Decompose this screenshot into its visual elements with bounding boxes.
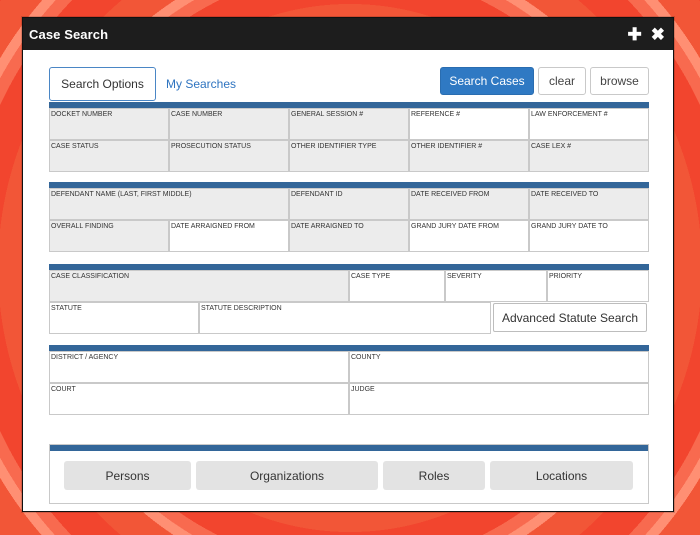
form-row: STATUTE STATUTE DESCRIPTION Advanced Sta… xyxy=(49,302,649,334)
field-label: LAW ENFORCEMENT # xyxy=(531,111,608,118)
docket-number-field[interactable]: DOCKET NUMBER xyxy=(49,108,169,140)
plus-icon[interactable]: ✚ xyxy=(628,26,642,43)
field-label: OVERALL FINDING xyxy=(51,223,114,230)
date-arraigned-to-field[interactable]: DATE ARRAIGNED TO xyxy=(289,220,409,252)
case-classification-field[interactable]: CASE CLASSIFICATION xyxy=(49,270,349,302)
title-bar: Case Search ✚ ✖ xyxy=(23,18,673,50)
case-identifiers-section: DOCKET NUMBER CASE NUMBER GENERAL SESSIO… xyxy=(49,102,649,172)
field-label: DISTRICT / AGENCY xyxy=(51,354,119,361)
field-label: REFERENCE # xyxy=(411,111,461,118)
form-row: COURT JUDGE xyxy=(49,383,649,415)
close-icon[interactable]: ✖ xyxy=(651,26,665,43)
case-number-field[interactable]: CASE NUMBER xyxy=(169,108,289,140)
defendant-id-field[interactable]: DEFENDANT ID xyxy=(289,188,409,220)
district-agency-field[interactable]: DISTRICT / AGENCY xyxy=(49,351,349,383)
field-label: CASE NUMBER xyxy=(171,111,223,118)
field-label: CASE TYPE xyxy=(351,273,391,280)
field-label: DATE ARRAIGNED FROM xyxy=(171,223,255,230)
search-cases-button[interactable]: Search Cases xyxy=(440,67,534,95)
field-label: COUNTY xyxy=(351,354,381,361)
field-label: JUDGE xyxy=(351,386,375,393)
related-search-panel: Persons Organizations Roles Locations xyxy=(49,444,649,504)
overall-finding-field[interactable]: OVERALL FINDING xyxy=(49,220,169,252)
form-row: OVERALL FINDING DATE ARRAIGNED FROM DATE… xyxy=(49,220,649,252)
field-label: OTHER IDENTIFIER # xyxy=(411,143,483,150)
clear-button[interactable]: clear xyxy=(538,67,586,95)
browse-button[interactable]: browse xyxy=(590,67,649,95)
roles-button[interactable]: Roles xyxy=(383,461,485,490)
field-label: GRAND JURY DATE TO xyxy=(531,223,608,230)
field-label: STATUTE DESCRIPTION xyxy=(201,305,282,312)
form-row: CASE CLASSIFICATION CASE TYPE SEVERITY P… xyxy=(49,270,649,302)
field-label: PROSECUTION STATUS xyxy=(171,143,251,150)
form-row: DEFENDANT NAME (LAST, FIRST MIDDLE) DEFE… xyxy=(49,188,649,220)
search-form: Search Options My Searches Search Cases … xyxy=(49,66,649,504)
field-label: DEFENDANT NAME (LAST, FIRST MIDDLE) xyxy=(51,191,192,198)
tab-my-searches[interactable]: My Searches xyxy=(161,67,241,101)
section-bar xyxy=(50,445,648,451)
field-label: OTHER IDENTIFIER TYPE xyxy=(291,143,377,150)
defendant-name-field[interactable]: DEFENDANT NAME (LAST, FIRST MIDDLE) xyxy=(49,188,289,220)
window-title: Case Search xyxy=(29,26,109,42)
other-identifier-field[interactable]: OTHER IDENTIFIER # xyxy=(409,140,529,172)
date-arraigned-from-field[interactable]: DATE ARRAIGNED FROM xyxy=(169,220,289,252)
field-label: COURT xyxy=(51,386,76,393)
field-label: PRIORITY xyxy=(549,273,583,280)
law-enforcement-field[interactable]: LAW ENFORCEMENT # xyxy=(529,108,649,140)
priority-field[interactable]: PRIORITY xyxy=(547,270,649,302)
case-lex-field[interactable]: CASE LEX # xyxy=(529,140,649,172)
location-section: DISTRICT / AGENCY COUNTY COURT JUDGE xyxy=(49,345,649,415)
field-label: GENERAL SESSION # xyxy=(291,111,364,118)
organizations-button[interactable]: Organizations xyxy=(196,461,378,490)
statute-field[interactable]: STATUTE xyxy=(49,302,199,334)
other-identifier-type-field[interactable]: OTHER IDENTIFIER TYPE xyxy=(289,140,409,172)
judge-field[interactable]: JUDGE xyxy=(349,383,649,415)
severity-field[interactable]: SEVERITY xyxy=(445,270,547,302)
field-label: GRAND JURY DATE FROM xyxy=(411,223,499,230)
statute-description-field[interactable]: STATUTE DESCRIPTION xyxy=(199,302,491,334)
defendant-section: DEFENDANT NAME (LAST, FIRST MIDDLE) DEFE… xyxy=(49,182,649,252)
case-type-field[interactable]: CASE TYPE xyxy=(349,270,445,302)
tabs-toolbar: Search Options My Searches Search Cases … xyxy=(49,66,649,101)
field-label: DOCKET NUMBER xyxy=(51,111,113,118)
grand-jury-from-field[interactable]: GRAND JURY DATE FROM xyxy=(409,220,529,252)
field-label: STATUTE xyxy=(51,305,82,312)
field-label: CASE CLASSIFICATION xyxy=(51,273,130,280)
prosecution-status-field[interactable]: PROSECUTION STATUS xyxy=(169,140,289,172)
field-label: DATE RECEIVED FROM xyxy=(411,191,490,198)
tab-search-options[interactable]: Search Options xyxy=(49,67,156,101)
date-received-from-field[interactable]: DATE RECEIVED FROM xyxy=(409,188,529,220)
persons-button[interactable]: Persons xyxy=(64,461,191,490)
form-row: CASE STATUS PROSECUTION STATUS OTHER IDE… xyxy=(49,140,649,172)
advanced-statute-search-button[interactable]: Advanced Statute Search xyxy=(493,303,647,332)
form-row: DISTRICT / AGENCY COUNTY xyxy=(49,351,649,383)
form-row: DOCKET NUMBER CASE NUMBER GENERAL SESSIO… xyxy=(49,108,649,140)
case-status-field[interactable]: CASE STATUS xyxy=(49,140,169,172)
field-label: DEFENDANT ID xyxy=(291,191,343,198)
field-label: CASE STATUS xyxy=(51,143,99,150)
grand-jury-to-field[interactable]: GRAND JURY DATE TO xyxy=(529,220,649,252)
field-label: CASE LEX # xyxy=(531,143,572,150)
locations-button[interactable]: Locations xyxy=(490,461,633,490)
field-label: SEVERITY xyxy=(447,273,482,280)
classification-section: CASE CLASSIFICATION CASE TYPE SEVERITY P… xyxy=(49,264,649,334)
county-field[interactable]: COUNTY xyxy=(349,351,649,383)
case-search-window: Case Search ✚ ✖ Search Options My Search… xyxy=(22,17,674,512)
field-label: DATE ARRAIGNED TO xyxy=(291,223,364,230)
general-session-field[interactable]: GENERAL SESSION # xyxy=(289,108,409,140)
reference-field[interactable]: REFERENCE # xyxy=(409,108,529,140)
date-received-to-field[interactable]: DATE RECEIVED TO xyxy=(529,188,649,220)
court-field[interactable]: COURT xyxy=(49,383,349,415)
field-label: DATE RECEIVED TO xyxy=(531,191,599,198)
